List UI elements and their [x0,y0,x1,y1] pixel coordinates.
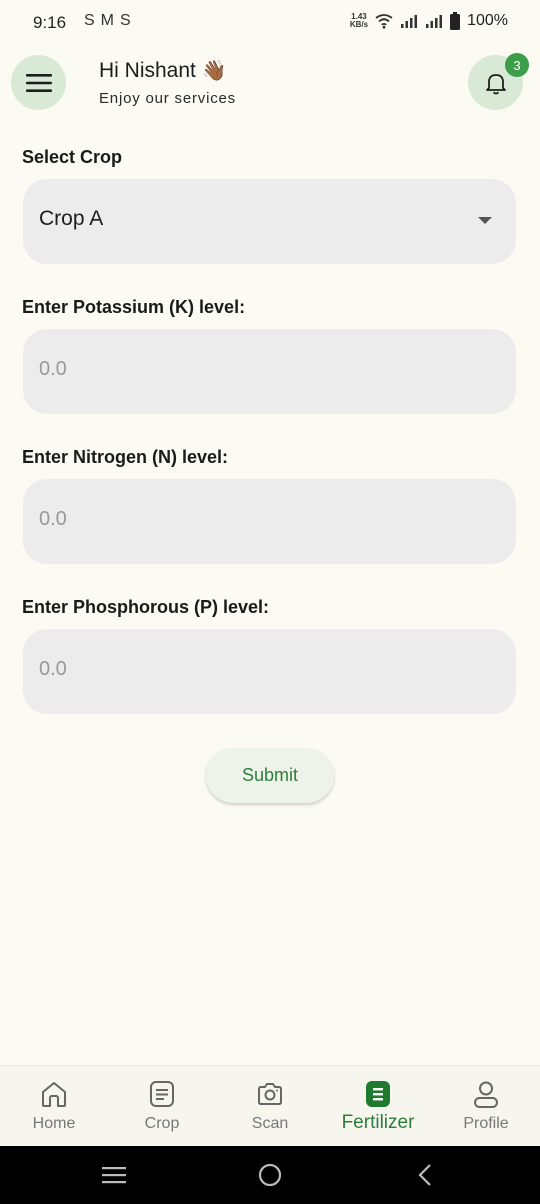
potassium-label: Enter Potassium (K) level: [22,297,246,317]
hamburger-menu-icon [25,73,52,92]
circle-home-icon [258,1163,282,1187]
phosphorous-placeholder: 0.0 [39,658,67,680]
nav-label-crop: Crop [144,1115,180,1132]
notification-app-icons: S M S [84,12,131,30]
status-time: 9:16 [33,13,67,32]
dropdown-arrow-icon [478,217,492,224]
nav-label-home: Home [32,1115,76,1132]
battery-percent: 100% [467,12,508,29]
crop-selected-value: Crop A [39,207,104,230]
network-speed: 1.43 KB/s [349,12,369,29]
nav-item-scan[interactable]: Scan [216,1066,324,1147]
home-icon [42,1082,66,1107]
bell-icon [485,73,506,94]
nav-label-fertilizer: Fertilizer [341,1112,415,1133]
crop-label: Select Crop [22,147,123,167]
nav-item-fertilizer[interactable]: Fertilizer [324,1066,432,1147]
potassium-input[interactable]: 0.0 [23,329,516,414]
notification-badge: 3 [505,53,529,77]
nav-label-profile: Profile [463,1115,509,1132]
submit-button[interactable]: Submit [206,748,334,803]
nav-item-home[interactable]: Home [0,1066,108,1147]
phosphorous-input[interactable]: 0.0 [23,629,516,714]
crop-dropdown[interactable]: Crop A [23,179,516,264]
screen: 9:16 S M S 1.43 KB/s 100% Hi Nishant 👋🏾 … [0,0,540,1204]
greeting-title: Hi Nishant 👋🏾 [99,59,227,82]
gmail-icon: M [100,12,114,29]
menu-button[interactable] [11,55,66,110]
greeting-subtitle: Enjoy our services [99,90,236,107]
recents-icon [102,1167,126,1184]
potassium-placeholder: 0.0 [39,358,67,380]
nav-label-scan: Scan [251,1115,289,1132]
nav-item-profile[interactable]: Profile [432,1066,540,1147]
waving-hand-icon: 👋🏾 [201,60,227,82]
profile-icon [474,1081,498,1108]
recent-apps-button[interactable] [99,1160,129,1190]
app-s-icon: S [84,12,95,29]
status-right: 1.43 KB/s 100% [350,12,508,30]
status-bar: 9:16 S M S 1.43 KB/s 100% [0,0,540,44]
nitrogen-label: Enter Nitrogen (N) level: [22,447,229,467]
phosphorous-label: Enter Phosphorous (P) level: [22,597,270,617]
chevron-left-icon [418,1164,431,1186]
camera-icon [258,1083,282,1105]
system-navigation-bar [0,1146,540,1204]
battery-icon [450,12,461,30]
home-system-button[interactable] [255,1160,285,1190]
app-s-icon: S [120,12,131,29]
wifi-icon [375,14,393,29]
signal-icon [401,14,418,28]
fertilizer-icon [366,1081,390,1107]
back-button[interactable] [410,1160,440,1190]
nitrogen-input[interactable]: 0.0 [23,479,516,564]
crop-icon [150,1081,174,1107]
signal-icon [426,14,443,28]
bottom-navigation: Home Crop Scan Fertilizer Profile [0,1065,540,1146]
nav-item-crop[interactable]: Crop [108,1066,216,1147]
nitrogen-placeholder: 0.0 [39,508,67,530]
